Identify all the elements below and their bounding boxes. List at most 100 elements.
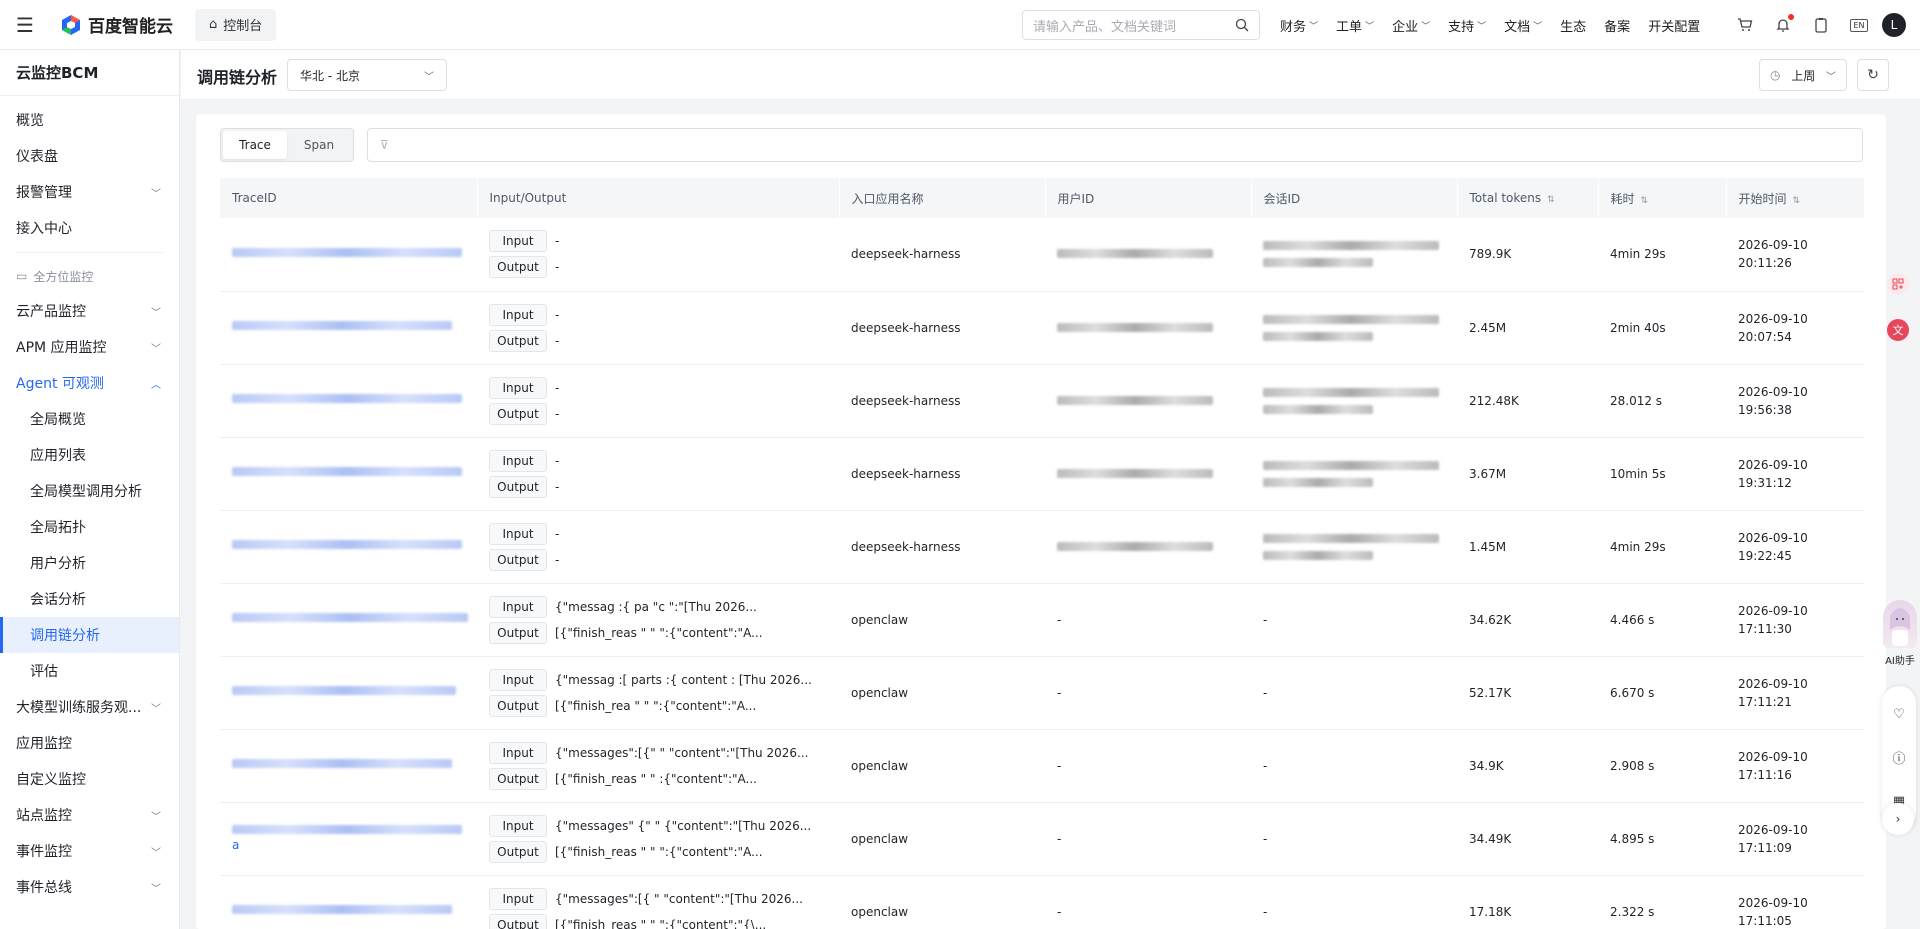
- sidebar-item-cloud-product[interactable]: 云产品监控 ﹀: [0, 293, 179, 329]
- sidebar-item-event-bus[interactable]: 事件总线 ﹀: [0, 869, 179, 905]
- table-row[interactable]: Input - Output - deepseek-harness 3.67M 10…: [220, 437, 1864, 511]
- tab-span[interactable]: Span: [287, 131, 351, 159]
- nav-finance[interactable]: 财务 ﹀: [1280, 16, 1318, 35]
- sidebar-item-label: 自定义监控: [16, 772, 86, 788]
- trace-id-link[interactable]: [232, 394, 462, 403]
- sidebar-item-agent[interactable]: Agent 可观测 ︿: [0, 365, 179, 401]
- trace-id-link[interactable]: [232, 825, 462, 834]
- sidebar-item-model-call[interactable]: 全局模型调用分析: [0, 473, 179, 509]
- duration-cell: 4.895 s: [1598, 802, 1726, 876]
- sort-icon: ⇅: [1792, 195, 1801, 206]
- chevron-down-icon: ﹀: [151, 883, 161, 895]
- nav-support[interactable]: 支持 ﹀: [1448, 16, 1486, 35]
- nav-docs[interactable]: 文档 ﹀: [1504, 16, 1542, 35]
- bell-icon[interactable]: [1774, 14, 1794, 34]
- menu-icon[interactable]: ☰: [0, 0, 50, 50]
- trace-id-cell[interactable]: [220, 218, 477, 292]
- heart-icon[interactable]: ♡: [1893, 707, 1905, 722]
- collapse-button[interactable]: ›: [1882, 803, 1914, 835]
- col-trace-id: TraceID: [220, 178, 478, 218]
- col-total-tokens[interactable]: Total tokens ⇅: [1457, 178, 1599, 218]
- sidebar-item-alarm[interactable]: 报警管理 ﹀: [0, 174, 179, 210]
- nav-switch-config[interactable]: 开关配置: [1648, 16, 1700, 35]
- table-row[interactable]: a Input {"messages" {" " {"content":"[Thu…: [220, 802, 1864, 876]
- trace-id-link[interactable]: [232, 905, 452, 914]
- duration-cell: 28.012 s: [1598, 364, 1726, 438]
- nav-filing[interactable]: 备案: [1604, 16, 1630, 35]
- table-row[interactable]: Input {"messag :{ pa "c ":"[Thu 2026... O…: [220, 583, 1864, 657]
- time-range-select[interactable]: ◷ 上周 ﹀: [1759, 59, 1847, 91]
- app-grid-icon[interactable]: [1886, 272, 1910, 300]
- region-select[interactable]: 华北 - 北京 ﹀: [287, 59, 447, 91]
- refresh-button[interactable]: ↻: [1857, 59, 1889, 91]
- trace-id-cell[interactable]: [220, 437, 477, 511]
- sidebar-item-evaluation[interactable]: 评估: [0, 653, 179, 689]
- sidebar-item-event-monitor[interactable]: 事件监控 ﹀: [0, 833, 179, 869]
- brand-logo[interactable]: 百度智能云: [60, 12, 173, 37]
- table-row[interactable]: Input - Output - deepseek-harness 2.45M 2m…: [220, 291, 1864, 365]
- console-button[interactable]: ⌂ 控制台: [195, 8, 277, 41]
- session-id-cell: -: [1251, 656, 1457, 730]
- sidebar-item-global-overview[interactable]: 全局概览: [0, 401, 179, 437]
- sidebar-item-custom-monitor[interactable]: 自定义监控: [0, 761, 179, 797]
- trace-id-link[interactable]: [232, 467, 462, 476]
- trace-id-link[interactable]: [232, 247, 462, 257]
- table-row[interactable]: Input - Output - deepseek-harness 789.9K 4…: [220, 218, 1864, 292]
- nav-enterprise[interactable]: 企业 ﹀: [1392, 16, 1430, 35]
- sidebar-item-access[interactable]: 接入中心: [0, 210, 179, 246]
- trace-id-cell[interactable]: a: [220, 802, 477, 876]
- trace-id-link[interactable]: [232, 686, 456, 695]
- sidebar-item-topology[interactable]: 全局拓扑: [0, 509, 179, 545]
- trace-id-cell[interactable]: [220, 364, 477, 438]
- sidebar-item-llm-training[interactable]: 大模型训练服务观... ﹀: [0, 689, 179, 725]
- nav-label: 工单: [1336, 19, 1363, 35]
- table-row[interactable]: Input - Output - deepseek-harness 1.45M 4m…: [220, 510, 1864, 584]
- tab-trace[interactable]: Trace: [223, 131, 287, 159]
- table-row[interactable]: Input {"messag :[ parts :{ content : [Thu…: [220, 656, 1864, 730]
- nav-ecosystem[interactable]: 生态: [1560, 16, 1586, 35]
- trace-id-link[interactable]: [232, 613, 468, 622]
- input-text: -: [555, 234, 560, 249]
- avatar[interactable]: L: [1882, 13, 1906, 37]
- sidebar-item-user-analysis[interactable]: 用户分析: [0, 545, 179, 581]
- help-icon[interactable]: ⓘ: [1892, 748, 1905, 767]
- trace-id-cell[interactable]: [220, 656, 477, 730]
- global-search-input[interactable]: 请输入产品、文档关键词: [1022, 10, 1260, 40]
- sidebar-item-apm[interactable]: APM 应用监控 ﹀: [0, 329, 179, 365]
- trace-id-cell[interactable]: [220, 729, 477, 803]
- nav-ticket[interactable]: 工单 ﹀: [1336, 16, 1374, 35]
- sidebar-item-app-monitor[interactable]: 应用监控: [0, 725, 179, 761]
- duration-cell: 4.466 s: [1598, 583, 1726, 657]
- user-id: -: [1057, 685, 1062, 700]
- language-switch[interactable]: EN: [1850, 16, 1868, 34]
- output-text: -: [555, 406, 560, 421]
- clipboard-icon[interactable]: [1812, 16, 1830, 34]
- col-start-time[interactable]: 开始时间 ⇅: [1726, 178, 1865, 218]
- cart-icon[interactable]: [1736, 16, 1754, 34]
- chevron-down-icon: ﹀: [151, 847, 161, 859]
- sidebar-item-trace-analysis[interactable]: 调用链分析: [0, 617, 179, 653]
- sidebar-item-overview[interactable]: 概览: [0, 102, 179, 138]
- sidebar-item-app-list[interactable]: 应用列表: [0, 437, 179, 473]
- trace-id-link[interactable]: [232, 540, 462, 549]
- chevron-right-icon: ›: [1895, 812, 1901, 826]
- filter-input[interactable]: ⊽: [367, 128, 1863, 162]
- duration-cell: 2.322 s: [1598, 875, 1726, 929]
- trace-id-cell[interactable]: [220, 583, 477, 657]
- sidebar-item-session-analysis[interactable]: 会话分析: [0, 581, 179, 617]
- table-row[interactable]: Input - Output - deepseek-harness 212.48K …: [220, 364, 1864, 438]
- trace-id-link[interactable]: [232, 321, 452, 330]
- table-row[interactable]: Input {"messages":[{ " "content":"[Thu 20…: [220, 875, 1864, 929]
- sidebar-item-dashboard[interactable]: 仪表盘: [0, 138, 179, 174]
- table-row[interactable]: Input {"messages":[{" " "content":"[Thu 2…: [220, 729, 1864, 803]
- redacted-session-id: [1263, 241, 1439, 251]
- trace-id-cell[interactable]: [220, 291, 477, 365]
- trace-id-cell[interactable]: [220, 510, 477, 584]
- trace-id-link[interactable]: [232, 759, 452, 768]
- col-duration[interactable]: 耗时 ⇅: [1598, 178, 1727, 218]
- trace-id-cell[interactable]: [220, 875, 477, 929]
- translate-icon[interactable]: 文: [1886, 318, 1910, 346]
- tokens-cell: 789.9K: [1457, 218, 1598, 292]
- sidebar-item-site-monitor[interactable]: 站点监控 ﹀: [0, 797, 179, 833]
- ai-assistant[interactable]: AI助手: [1880, 600, 1920, 672]
